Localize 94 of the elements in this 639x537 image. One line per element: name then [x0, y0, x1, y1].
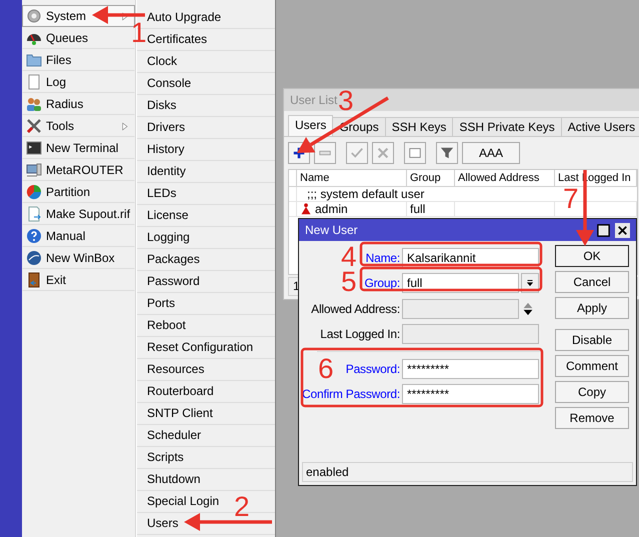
window-title: New User [305, 223, 358, 237]
dialog-button[interactable]: Cancel [555, 271, 629, 293]
submenu-item[interactable]: License [147, 205, 188, 226]
submenu-item[interactable]: Console [147, 73, 192, 94]
menu-item[interactable]: Files [22, 49, 135, 71]
submenu-item[interactable]: Certificates [147, 29, 208, 50]
menu-item[interactable]: System [22, 5, 135, 27]
field-label: Last Logged In: [320, 327, 400, 342]
annotation-arrow [92, 6, 145, 24]
dropdown-icon [525, 278, 535, 288]
tab[interactable]: SSH Private Keys [452, 117, 562, 136]
dialog-button[interactable]: Comment [555, 355, 629, 377]
comment-row: ;;; system default user [307, 187, 424, 201]
menu-item[interactable]: Exit [22, 269, 135, 291]
tab[interactable]: SSH Keys [384, 117, 454, 136]
check-icon [350, 146, 364, 160]
computer-icon [26, 162, 42, 178]
submenu-item[interactable]: History [147, 139, 184, 160]
menu-item[interactable]: Tools [22, 115, 135, 137]
dialog-button[interactable]: Apply [555, 297, 629, 319]
input-field[interactable]: ********* [402, 384, 539, 404]
table-cell: full [410, 202, 426, 216]
users-icon [26, 96, 42, 112]
input-field[interactable]: ********* [402, 358, 539, 379]
filter-icon [440, 146, 454, 160]
toolbar-button[interactable] [404, 142, 426, 164]
dialog-button[interactable]: Disable [555, 329, 629, 351]
aaa-button[interactable]: AAA [462, 142, 520, 164]
submenu-item[interactable]: Packages [147, 249, 200, 270]
status-bar: enabled [302, 462, 633, 482]
table-cell: admin [315, 202, 348, 216]
document-icon [26, 74, 42, 90]
submenu-item[interactable]: Password [147, 271, 200, 292]
submenu-item[interactable]: Scripts [147, 447, 184, 468]
menu-item[interactable]: Make Supout.rif [22, 203, 135, 225]
submenu-item[interactable]: SNTP Client [147, 403, 213, 424]
submenu-item[interactable]: Shutdown [147, 469, 200, 490]
submenu-item[interactable]: Auto Upgrade [147, 7, 222, 28]
maximize-icon [596, 222, 611, 238]
help-icon [26, 228, 42, 244]
submenu-item[interactable]: Scheduler [147, 425, 202, 446]
step-number: 2 [234, 491, 250, 522]
column-header[interactable]: Group [407, 170, 455, 186]
submenu-item[interactable]: Disks [147, 95, 176, 116]
field-label: Group: [364, 276, 400, 290]
submenu-item[interactable]: Clock [147, 51, 178, 72]
plus-icon [292, 146, 306, 160]
menu-item[interactable]: New Terminal [22, 137, 135, 159]
tools-icon [26, 118, 42, 134]
submenu-item[interactable]: Special Login [147, 491, 220, 512]
submenu-item[interactable]: Ports [147, 293, 176, 314]
submenu-item[interactable]: LEDs [147, 183, 176, 204]
dialog-button[interactable]: Remove [555, 407, 629, 429]
submenu-item[interactable]: Resources [147, 359, 204, 380]
submenu-item[interactable]: Drivers [147, 117, 185, 138]
step-number: 6 [318, 353, 334, 384]
field-label: Allowed Address: [311, 302, 400, 316]
tab[interactable]: Active Users [560, 117, 639, 136]
submenu-item[interactable]: Identity [147, 161, 186, 182]
step-number: 7 [563, 183, 579, 214]
submenu-item[interactable]: Reset Configuration [147, 337, 254, 358]
step-number: 3 [338, 85, 354, 116]
globe-icon [26, 250, 42, 266]
menu-item[interactable]: Log [22, 71, 135, 93]
submenu-item[interactable]: Routerboard [147, 381, 214, 402]
window-title: User List [290, 93, 338, 107]
menu-item[interactable]: Manual [22, 225, 135, 247]
toolbar-button[interactable] [436, 142, 458, 164]
column-header[interactable]: Allowed Address [455, 170, 555, 186]
submenu-item[interactable]: Logging [147, 227, 190, 248]
folder-icon [26, 52, 42, 68]
gear-icon [26, 8, 42, 24]
door-icon [26, 272, 42, 288]
menu-item[interactable]: MetaROUTER [22, 159, 135, 181]
spinner-icon [521, 300, 535, 317]
menu-item[interactable]: Radius [22, 93, 135, 115]
cross-icon [376, 146, 390, 160]
dialog-button[interactable]: OK [555, 245, 629, 267]
field-label: Password: [346, 362, 400, 376]
input-field[interactable]: Kalsarikannit [402, 248, 539, 268]
field-label: Confirm Password: [302, 387, 400, 402]
dialog-button[interactable]: Copy [555, 381, 629, 403]
menu-item[interactable]: Partition [22, 181, 135, 203]
user-icon [300, 203, 312, 215]
tab[interactable]: Users [288, 115, 334, 136]
submenu-item[interactable]: Users [147, 513, 178, 534]
terminal-icon [26, 140, 42, 156]
column-header[interactable]: Name [297, 170, 407, 186]
close-icon [615, 222, 630, 238]
pie-chart-icon [26, 184, 42, 200]
menu-item[interactable]: New WinBox [22, 247, 135, 269]
note-icon [408, 146, 422, 160]
field-label: Name: [366, 250, 400, 265]
submenu-item[interactable]: Reboot [147, 315, 186, 336]
